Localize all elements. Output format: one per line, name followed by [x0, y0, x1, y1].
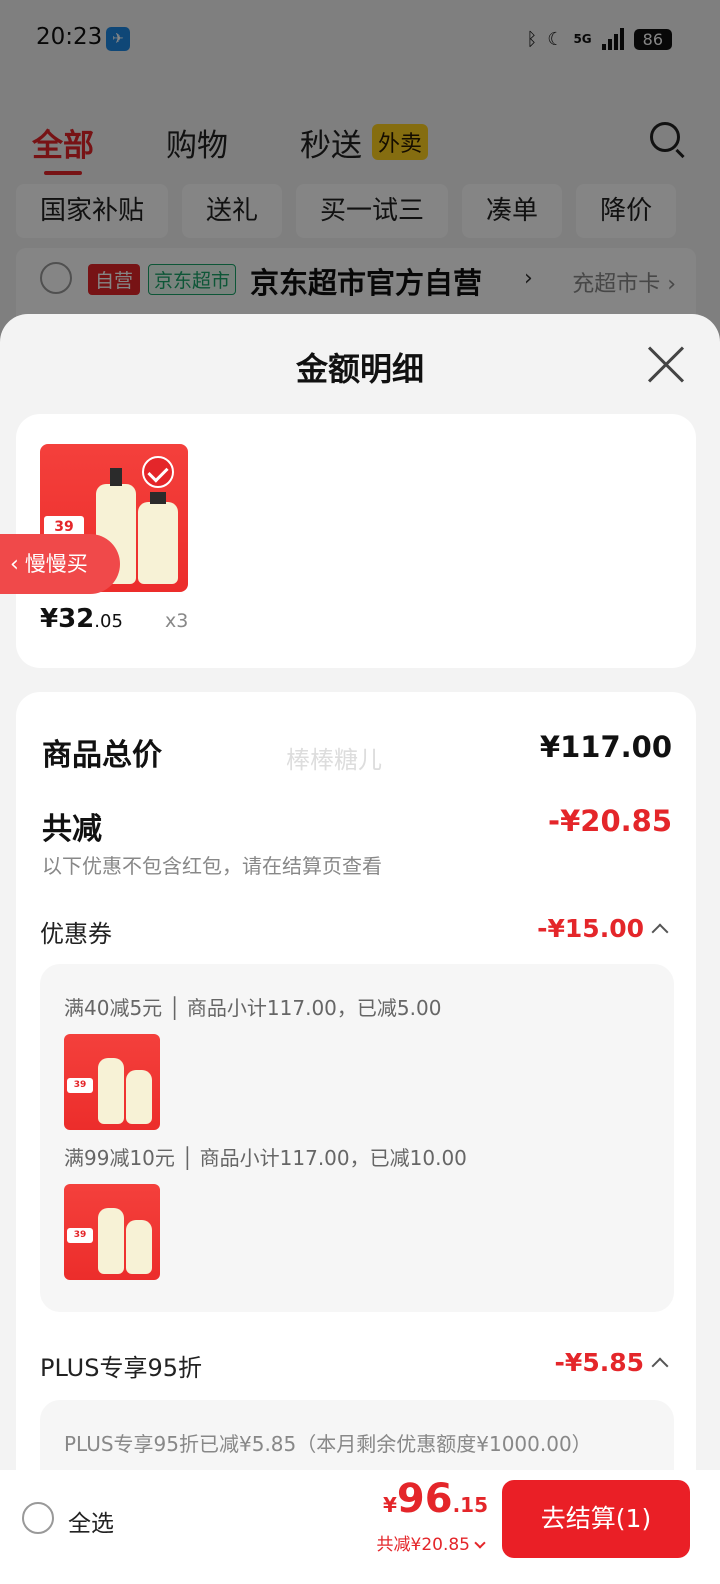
checkout-bar: 全选 ¥96.15 共减¥20.85 去结算(1): [0, 1470, 720, 1584]
coupon-value: -¥15.00: [537, 914, 644, 943]
coupon-product-thumbnail: 39: [64, 1034, 160, 1130]
discount-hint: 以下优惠不包含红包，请在结算页查看: [42, 854, 382, 878]
total-discount-value: -¥20.85: [548, 804, 672, 838]
bottle-shape: [138, 502, 178, 584]
slow-buy-tab[interactable]: ‹ 慢慢买: [0, 534, 120, 594]
coupon-details: 满40减5元 │ 商品小计117.00，已减5.00 39 满99减10元 │ …: [40, 964, 674, 1312]
chevron-left-icon: ‹: [10, 552, 19, 577]
coupon-label: 优惠券: [40, 920, 112, 948]
sheet-title: 金额明细: [295, 350, 424, 388]
goods-total-value: ¥117.00: [539, 730, 672, 764]
plus-discount-value: -¥5.85: [554, 1348, 644, 1377]
pump-shape: [150, 492, 166, 504]
select-all-label[interactable]: 全选: [68, 1504, 114, 1538]
selected-products-card: 39 ¥32.05 x3: [16, 414, 696, 668]
coupon-detail-line: 满40减5元 │ 商品小计117.00，已减5.00: [64, 996, 442, 1020]
total-price: ¥96.15: [382, 1476, 488, 1522]
select-all-checkbox[interactable]: [22, 1502, 54, 1534]
plus-discount-label: PLUS专享95折: [40, 1354, 202, 1382]
price-sticker: 39: [67, 1228, 93, 1243]
product-price: ¥32.05: [40, 604, 123, 634]
coupon-detail-line: 满99减10元 │ 商品小计117.00，已减10.00: [64, 1146, 467, 1170]
chevron-up-icon[interactable]: [651, 923, 669, 941]
modal-backdrop[interactable]: [0, 0, 720, 340]
total-discount-label: 共减: [42, 812, 102, 847]
amount-detail-sheet: 金额明细 39 ¥32.05 x3 商品总价 棒棒糖儿 ¥117.00 共减 -…: [0, 314, 720, 1584]
plus-detail-line: PLUS专享95折已减¥5.85（本月剩余优惠额度¥1000.00）: [64, 1432, 592, 1456]
price-sticker: 39: [67, 1078, 93, 1093]
close-icon[interactable]: [646, 344, 686, 384]
chevron-down-icon: [474, 1537, 486, 1549]
price-breakdown-card: 商品总价 棒棒糖儿 ¥117.00 共减 -¥20.85 以下优惠不包含红包，请…: [16, 692, 696, 1584]
bottle-shape: [98, 1058, 124, 1124]
checked-icon[interactable]: [142, 456, 174, 488]
checkout-button[interactable]: 去结算(1): [502, 1480, 690, 1558]
product-quantity: x3: [165, 610, 189, 632]
saved-amount-toggle[interactable]: 共减¥20.85: [377, 1530, 486, 1555]
slow-buy-label: 慢慢买: [24, 552, 88, 576]
bottle-shape: [126, 1220, 152, 1274]
goods-total-label: 商品总价: [42, 738, 162, 773]
chevron-up-icon[interactable]: [651, 1357, 669, 1375]
watermark-text: 棒棒糖儿: [286, 746, 382, 774]
pump-shape: [110, 468, 122, 486]
bottle-shape: [126, 1070, 152, 1124]
bottle-shape: [98, 1208, 124, 1274]
coupon-product-thumbnail: 39: [64, 1184, 160, 1280]
